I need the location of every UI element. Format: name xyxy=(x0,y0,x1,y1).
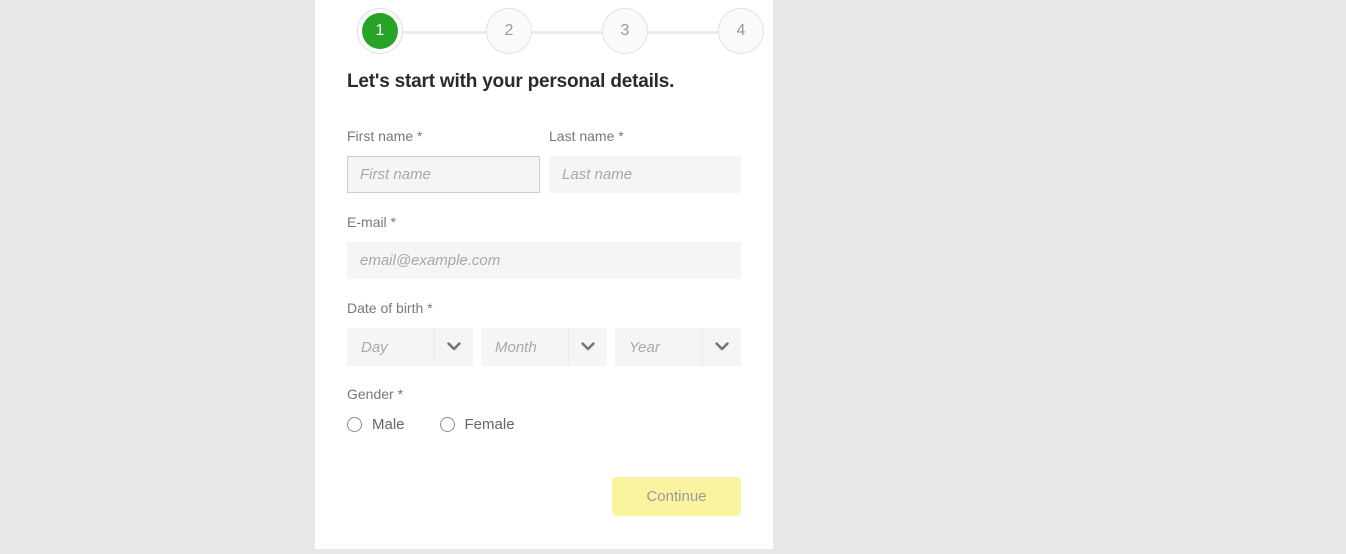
radio-icon[interactable] xyxy=(347,417,362,432)
step-indicator-4[interactable]: 4 xyxy=(718,8,764,54)
year-select-value: Year xyxy=(629,338,660,356)
continue-button[interactable]: Continue xyxy=(612,477,741,516)
day-select[interactable]: Day xyxy=(347,328,473,366)
day-select-value: Day xyxy=(361,338,388,356)
step-progress-indicator: 1 2 3 4 xyxy=(347,8,764,56)
signup-form-card: 1 2 3 4 Let's start with your personal d… xyxy=(315,0,773,549)
step-indicator-1[interactable]: 1 xyxy=(357,8,403,54)
gender-option-male-label: Male xyxy=(372,416,405,433)
date-of-birth-label: Date of birth * xyxy=(347,300,433,316)
step-indicator-3[interactable]: 3 xyxy=(602,8,648,54)
last-name-label: Last name * xyxy=(549,128,624,144)
gender-option-female[interactable]: Female xyxy=(439,416,515,433)
chevron-down-icon xyxy=(702,328,741,366)
radio-icon[interactable] xyxy=(439,417,455,432)
step-indicator-3-label: 3 xyxy=(620,22,630,39)
email-label: E-mail * xyxy=(347,214,397,230)
month-select[interactable]: Month xyxy=(481,328,607,366)
first-name-label: First name * xyxy=(347,128,423,144)
step-indicator-4-label: 4 xyxy=(736,22,746,39)
page-root: 1 2 3 4 Let's start with your personal d… xyxy=(0,0,1346,554)
email-input[interactable] xyxy=(347,242,741,279)
step-indicator-2[interactable]: 2 xyxy=(486,8,532,54)
gender-label: Gender * xyxy=(347,386,404,402)
last-name-input[interactable] xyxy=(549,156,741,193)
chevron-down-icon xyxy=(568,328,607,366)
gender-option-male[interactable]: Male xyxy=(347,416,405,433)
gender-radio-group: Male Female xyxy=(347,416,550,433)
month-select-value: Month xyxy=(495,338,537,356)
page-title: Let's start with your personal details. xyxy=(347,71,675,92)
chevron-down-icon xyxy=(434,328,473,366)
year-select[interactable]: Year xyxy=(615,328,741,366)
step-indicator-1-label: 1 xyxy=(362,13,398,49)
step-indicator-2-label: 2 xyxy=(504,22,514,39)
first-name-input[interactable] xyxy=(347,156,540,193)
gender-option-female-label: Female xyxy=(464,416,515,433)
